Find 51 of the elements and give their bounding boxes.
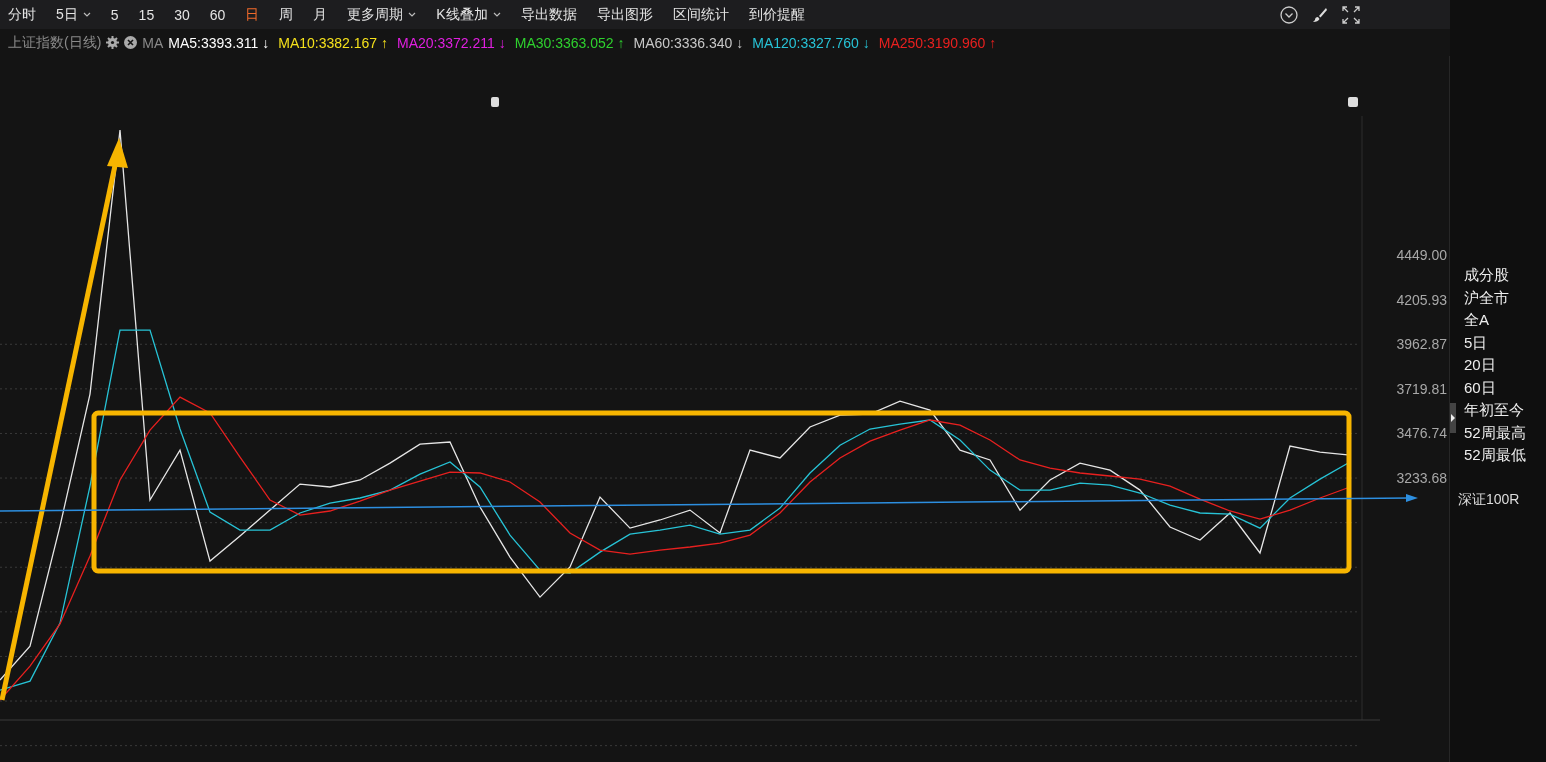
period-tab[interactable]: 月: [305, 5, 336, 24]
period-tab[interactable]: 5: [102, 6, 127, 23]
side-menu-item[interactable]: 成分股: [1464, 264, 1546, 287]
period-tab[interactable]: 30: [166, 6, 198, 23]
period-tab[interactable]: 15: [130, 6, 163, 23]
side-menu-item[interactable]: 20日: [1464, 354, 1546, 377]
caret-icon: [82, 12, 91, 17]
period-tab[interactable]: 60: [201, 6, 234, 23]
side-menu-item[interactable]: 全A: [1464, 309, 1546, 332]
ma-value: MA60:3336.340 ↓: [633, 34, 744, 51]
period-tab[interactable]: 到价提醒: [740, 5, 813, 24]
index-name: 深证100R: [1457, 490, 1521, 509]
period-tab[interactable]: 周: [271, 5, 302, 24]
side-menu-item[interactable]: 5日: [1464, 331, 1546, 354]
ma-value: MA250:3190.960 ↑: [878, 34, 997, 51]
ma-value: MA30:3363.052 ↑: [514, 34, 625, 51]
period-tab[interactable]: 日: [237, 5, 268, 24]
period-tab[interactable]: 区间统计: [664, 5, 737, 24]
period-tab[interactable]: 分时: [0, 5, 44, 24]
ma-value: MA10:3382.167 ↑: [278, 34, 388, 51]
symbol-label: 上证指数(日线): [8, 33, 102, 52]
side-menu-item[interactable]: 年初至今: [1464, 399, 1546, 422]
handle-icon[interactable]: [1348, 97, 1358, 107]
expand-handle-icon[interactable]: [1450, 403, 1456, 433]
fullscreen-icon[interactable]: [1342, 5, 1360, 24]
ma-label: MA: [142, 34, 164, 51]
chevron-circle-icon[interactable]: [1280, 5, 1298, 24]
dropdown-button[interactable]: 5日: [48, 5, 99, 24]
side-menu-item[interactable]: 沪全市: [1464, 286, 1546, 309]
caret-icon: [492, 12, 501, 17]
price-axis-label: 3719.81: [1396, 380, 1447, 397]
ma-value: MA5:3393.311 ↓: [168, 34, 270, 51]
dropdown-button[interactable]: K线叠加: [428, 5, 509, 24]
ma-value: MA120:3327.760 ↓: [752, 34, 870, 51]
brush-icon[interactable]: [1312, 6, 1328, 23]
period-tab[interactable]: 导出图形: [588, 5, 661, 24]
dropdown-button[interactable]: 更多周期: [339, 5, 425, 24]
price-axis-label: 4205.93: [1396, 291, 1447, 308]
side-menu-item[interactable]: 52周最低: [1464, 444, 1546, 467]
settings-icon[interactable]: [106, 36, 120, 49]
price-axis-label: 3962.87: [1396, 336, 1447, 353]
side-menu-item[interactable]: 52周最高: [1464, 421, 1546, 444]
period-tab[interactable]: 导出数据: [512, 5, 585, 24]
ma-value: MA20:3372.211 ↓: [397, 34, 506, 51]
close-icon[interactable]: [124, 36, 138, 49]
side-menu-item[interactable]: 60日: [1464, 376, 1546, 399]
caret-icon: [408, 12, 417, 17]
price-axis-label: 3233.68: [1396, 470, 1447, 487]
price-axis-label: 4449.00: [1396, 247, 1447, 264]
price-axis-label: 3476.74: [1396, 425, 1447, 442]
handle-icon[interactable]: [491, 97, 499, 107]
